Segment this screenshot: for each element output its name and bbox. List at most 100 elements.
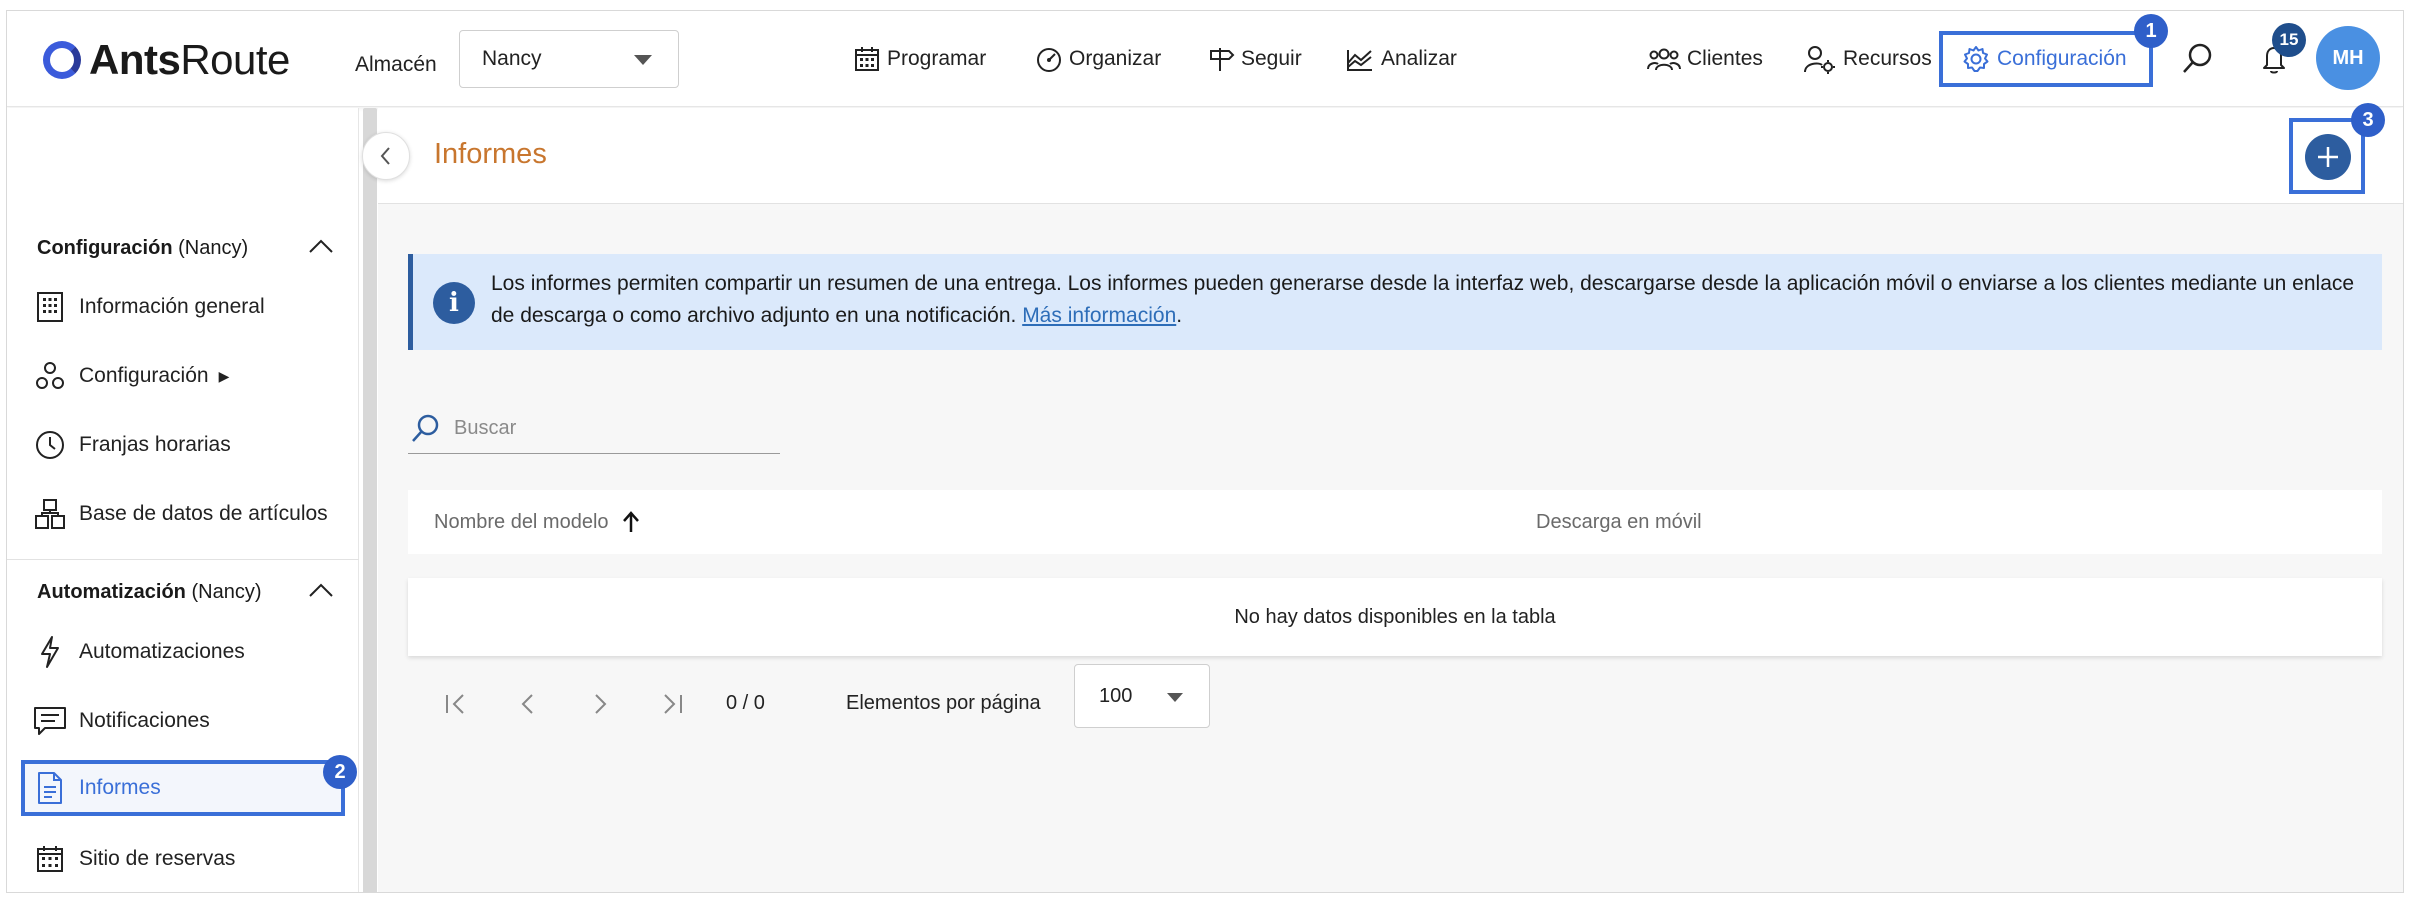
notifications-count-badge: 15: [2272, 23, 2306, 57]
sidebar-item-label: Sitio de reservas: [79, 847, 236, 870]
search-icon: [412, 414, 439, 442]
warehouse-value: Nancy: [482, 47, 542, 70]
step-2-badge: 2: [323, 755, 357, 789]
sidebar-item-label: Notificaciones: [79, 709, 210, 732]
chevron-right-icon: [595, 694, 607, 714]
top-header: AntsRoute Almacén Nancy Programar Organi…: [7, 11, 2403, 107]
caret-down-icon: [634, 55, 652, 65]
brand-name: AntsRoute: [89, 36, 290, 83]
page-header: Informes 3: [378, 103, 2403, 204]
nav-clientes-label: Clientes: [1687, 47, 1763, 70]
message-icon: [33, 704, 67, 738]
warehouse-label: Almacén: [355, 53, 437, 76]
submenu-arrow-icon: ▶: [218, 367, 230, 384]
step-3-badge: 3: [2351, 103, 2385, 137]
page-title: Informes: [434, 138, 547, 170]
sidebar-item-label: Información general: [79, 295, 265, 318]
section-divider: [7, 559, 359, 560]
nav-seguir[interactable]: Seguir: [1207, 39, 1302, 79]
boxes-icon: [33, 497, 67, 531]
sidebar-item-informacion-general[interactable]: Información general: [33, 285, 265, 329]
page-count: 0 / 0: [726, 692, 765, 714]
nav-recursos-label: Recursos: [1843, 47, 1932, 70]
gears-icon: [33, 359, 67, 393]
search-icon: [2183, 43, 2212, 73]
chart-icon: [1347, 50, 1372, 71]
sidebar-item-informes[interactable]: Informes: [21, 760, 345, 816]
logo-mark-icon: [43, 41, 81, 79]
calendar-icon: [33, 842, 67, 876]
previous-page-button[interactable]: [510, 686, 546, 722]
sidebar-item-base-de-datos[interactable]: Base de datos de artículos: [33, 492, 328, 536]
step-1-badge: 1: [2134, 14, 2168, 48]
nav-programar-label: Programar: [887, 47, 987, 70]
users-icon: [1647, 48, 1681, 71]
sidebar-item-notificaciones[interactable]: Notificaciones: [33, 699, 210, 743]
collapse-sidebar-button[interactable]: [362, 132, 410, 180]
first-page-icon: [446, 694, 464, 714]
more-info-link[interactable]: Más información: [1022, 304, 1176, 327]
items-per-page-select[interactable]: 100: [1074, 664, 1210, 728]
first-page-button[interactable]: [438, 686, 474, 722]
add-report-button[interactable]: [2305, 134, 2351, 180]
nav-recursos[interactable]: Recursos: [1803, 39, 1932, 79]
warehouse-select[interactable]: Nancy: [459, 30, 679, 88]
document-icon: [33, 771, 67, 805]
main-content: Informes 3 i Los informes permiten compa…: [378, 103, 2403, 892]
search-input[interactable]: [454, 417, 754, 440]
sidebar-item-label: Automatizaciones: [79, 640, 245, 663]
chevron-left-icon: [380, 147, 390, 165]
info-text: Los informes permiten compartir un resum…: [491, 272, 2355, 327]
next-page-button[interactable]: [582, 686, 618, 722]
caret-down-icon: [1167, 693, 1183, 702]
step-1-highlight: [1939, 31, 2153, 87]
nav-seguir-label: Seguir: [1241, 47, 1302, 70]
sidebar-item-label: Base de datos de artículos: [79, 502, 328, 525]
items-per-page-label: Elementos por página: [846, 692, 1041, 714]
lightning-icon: [33, 635, 67, 669]
nav-organizar-label: Organizar: [1069, 47, 1162, 70]
info-banner: i Los informes permiten compartir un res…: [408, 254, 2382, 350]
chevron-left-icon: [521, 694, 533, 714]
section-automatizacion-title[interactable]: Automatización (Nancy): [37, 581, 261, 604]
sidebar-item-franjas-horarias[interactable]: Franjas horarias: [33, 423, 231, 467]
nav-organizar[interactable]: Organizar: [1035, 39, 1161, 79]
user-gear-icon: [1804, 46, 1835, 74]
table-header: Nombre del modelo Descarga en móvil: [408, 490, 2382, 554]
brand-logo[interactable]: AntsRoute: [43, 35, 290, 85]
gauge-icon: [1037, 48, 1061, 72]
column-header-descarga-en-movil[interactable]: Descarga en móvil: [1536, 511, 1702, 534]
chevron-up-icon[interactable]: [307, 580, 335, 600]
sidebar-item-label: Informes: [79, 776, 161, 799]
section-configuracion-title[interactable]: Configuración (Nancy): [37, 237, 248, 260]
pagination: 0 / 0 Elementos por página 100: [408, 664, 2382, 744]
building-icon: [33, 290, 67, 324]
column-header-label: Nombre del modelo: [434, 510, 609, 533]
user-avatar[interactable]: MH: [2316, 26, 2380, 90]
last-page-icon: [664, 694, 682, 714]
sidebar-item-configuracion[interactable]: Configuración ▶: [33, 354, 229, 398]
sidebar-item-sitio-de-reservas[interactable]: Sitio de reservas: [33, 837, 235, 881]
table-empty-message: No hay datos disponibles en la tabla: [408, 578, 2382, 656]
search-button[interactable]: [2179, 39, 2221, 79]
nav-analizar[interactable]: Analizar: [1345, 39, 1457, 79]
calendar-icon: [855, 47, 879, 71]
column-header-nombre-del-modelo[interactable]: Nombre del modelo: [434, 510, 641, 534]
sidebar-scrollbar[interactable]: [363, 108, 377, 892]
plus-icon: [2318, 147, 2338, 167]
sidebar-item-label: Franjas horarias: [79, 433, 231, 456]
search-field[interactable]: [408, 404, 780, 454]
sort-arrow-up-icon: [622, 511, 639, 532]
info-icon: i: [433, 282, 475, 324]
clock-icon: [33, 428, 67, 462]
signpost-icon: [1210, 48, 1235, 71]
chevron-up-icon[interactable]: [307, 236, 335, 256]
sidebar-item-automatizaciones[interactable]: Automatizaciones: [33, 630, 245, 674]
nav-programar[interactable]: Programar: [853, 39, 986, 79]
items-per-page-value: 100: [1099, 684, 1133, 707]
sidebar-item-label: Configuración: [79, 364, 209, 387]
sidebar: Configuración (Nancy) Información genera…: [7, 108, 359, 892]
last-page-button[interactable]: [654, 686, 690, 722]
nav-analizar-label: Analizar: [1381, 47, 1457, 70]
nav-clientes[interactable]: Clientes: [1647, 39, 1763, 79]
